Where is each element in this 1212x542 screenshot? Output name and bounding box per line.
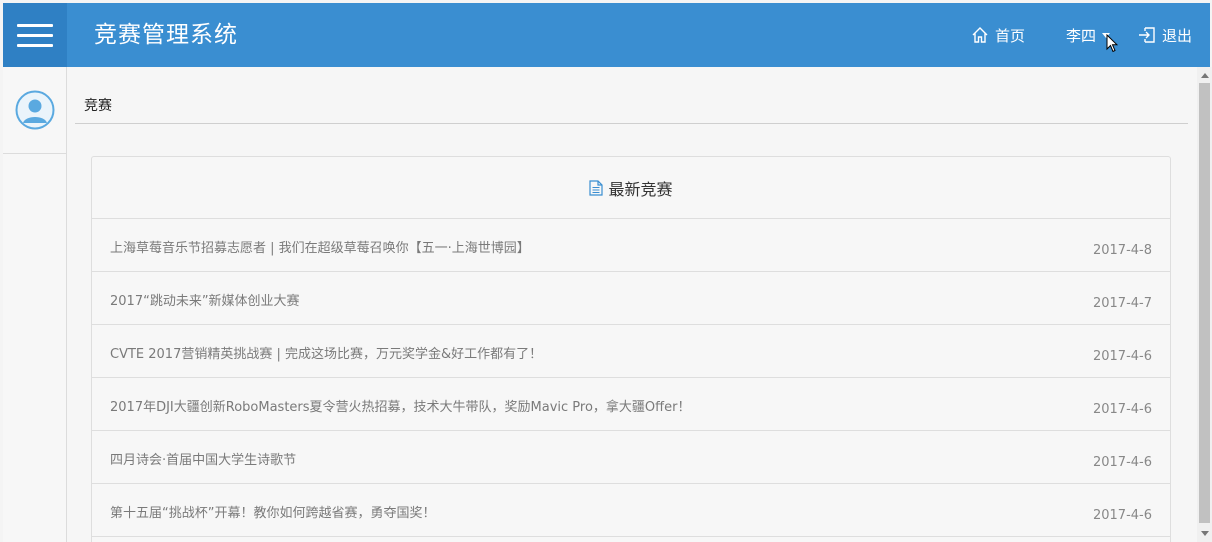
menu-icon-bar	[17, 44, 53, 47]
top-navbar: 竞赛管理系统 首页 李四 退出	[3, 3, 1210, 67]
competition-date: 2017-4-7	[1092, 296, 1152, 311]
competition-date: 2017-4-6	[1092, 349, 1152, 364]
competition-title[interactable]: 上海草莓音乐节招募志愿者 | 我们在超级草莓召唤你【五一·上海世博园】	[110, 237, 530, 256]
breadcrumb-label: 竞赛	[84, 98, 112, 114]
logout-link[interactable]: 退出	[1138, 3, 1192, 67]
scroll-up-icon[interactable]	[1201, 73, 1209, 78]
panel-header: 最新竞赛	[92, 157, 1170, 219]
home-label: 首页	[995, 26, 1026, 45]
home-icon	[972, 27, 988, 43]
scroll-down-icon[interactable]	[1201, 531, 1209, 536]
logout-icon	[1139, 27, 1155, 43]
user-menu-dropdown[interactable]: 李四	[1066, 3, 1111, 67]
menu-toggle-button[interactable]	[3, 3, 67, 67]
competition-title[interactable]: CVTE 2017营销精英挑战赛 | 完成这场比赛，万元奖学金&好工作都有了！	[110, 343, 542, 362]
scrollbar-thumb[interactable]	[1199, 83, 1210, 523]
competition-title[interactable]: 2017“跳动未来”新媒体创业大赛	[110, 290, 300, 309]
competition-list-item[interactable]: 第十五届“挑战杯”开幕！教你如何跨越省赛，勇夺国奖！ 2017-4-6	[92, 484, 1170, 537]
competition-list-item[interactable]: CVTE 2017营销精英挑战赛 | 完成这场比赛，万元奖学金&好工作都有了！ …	[92, 325, 1170, 378]
logout-label: 退出	[1162, 26, 1193, 45]
competition-list-item[interactable]: 四月诗会·首届中国大学生诗歌节 2017-4-6	[92, 431, 1170, 484]
competition-date: 2017-4-6	[1092, 402, 1152, 417]
user-avatar-icon	[15, 90, 54, 130]
mouse-cursor-icon	[1106, 34, 1118, 53]
menu-icon-bar	[17, 34, 53, 37]
breadcrumb: 竞赛	[75, 67, 1188, 124]
sidebar-avatar-item[interactable]	[3, 67, 66, 154]
sidebar	[3, 67, 67, 542]
competition-date: 2017-4-6	[1092, 455, 1152, 470]
vertical-scrollbar[interactable]	[1197, 67, 1212, 542]
competition-list-item[interactable]: 上海草莓音乐节招募志愿者 | 我们在超级草莓召唤你【五一·上海世博园】 2017…	[92, 219, 1170, 272]
user-name: 李四	[1066, 26, 1097, 45]
competition-list-item[interactable]: 2017年DJI大疆创新RoboMasters夏令营火热招募，技术大牛带队，奖励…	[92, 378, 1170, 431]
competition-title[interactable]: 第十五届“挑战杯”开幕！教你如何跨越省赛，勇夺国奖！	[110, 502, 435, 521]
panel-title: 最新竞赛	[608, 179, 673, 199]
menu-icon	[17, 24, 53, 27]
competition-title[interactable]: 2017年DJI大疆创新RoboMasters夏令营火热招募，技术大牛带队，奖励…	[110, 396, 690, 415]
app-title: 竞赛管理系统	[94, 22, 238, 48]
document-icon	[589, 179, 604, 196]
competition-date: 2017-4-8	[1092, 243, 1152, 258]
competition-date: 2017-4-6	[1092, 508, 1152, 523]
home-link[interactable]: 首页	[971, 3, 1025, 67]
competition-list-item[interactable]: 2017“跳动未来”新媒体创业大赛 2017-4-7	[92, 272, 1170, 325]
main-content: 竞赛 最新竞赛 上海草莓音乐节招募志愿者 | 我们在超级草莓召唤你【五一·上海世…	[67, 67, 1197, 542]
competition-title[interactable]: 四月诗会·首届中国大学生诗歌节	[110, 449, 296, 468]
latest-competitions-panel: 最新竞赛 上海草莓音乐节招募志愿者 | 我们在超级草莓召唤你【五一·上海世博园】…	[91, 156, 1171, 542]
